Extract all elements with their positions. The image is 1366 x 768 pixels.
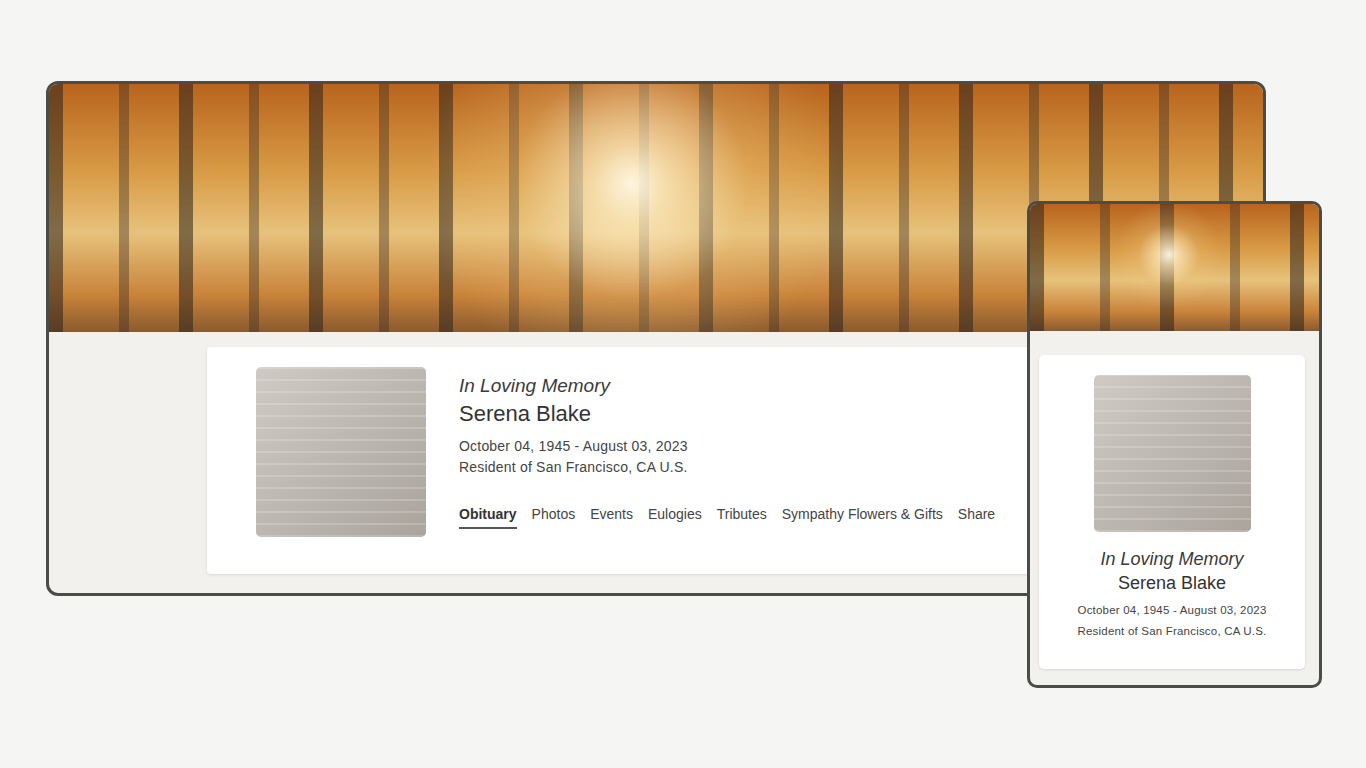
- banner-photo: [1030, 204, 1319, 331]
- section-tab[interactable]: Photos: [532, 504, 576, 529]
- portrait-photo: [256, 367, 426, 537]
- life-dates: October 04, 1945 - August 03, 2023: [1047, 600, 1297, 620]
- section-tab[interactable]: Sympathy Flowers & Gifts: [782, 504, 943, 529]
- section-tab[interactable]: Share: [958, 504, 995, 529]
- memorial-card: In Loving MemorySerena Blake October 04, …: [207, 347, 1167, 574]
- portrait-photo: [1094, 375, 1251, 532]
- person-name: Serena Blake: [1047, 571, 1297, 596]
- section-tabs: Obituary Photos Events Eulogies Tributes Symp…: [459, 504, 995, 529]
- section-tab[interactable]: Events: [590, 504, 633, 529]
- person-name: Serena Blake: [459, 399, 995, 429]
- memorial-heading: In Loving Memory: [1047, 547, 1297, 571]
- section-tab[interactable]: Obituary: [459, 504, 517, 529]
- residence: Resident of San Francisco, CA U.S.: [459, 457, 995, 478]
- mobile-body: In Loving MemorySerena Blake October 04, …: [1030, 331, 1319, 669]
- memorial-heading: In Loving Memory: [459, 374, 995, 399]
- memorial-info: In Loving MemorySerena Blake October 04, …: [426, 367, 995, 529]
- memorial-card: In Loving MemorySerena Blake October 04, …: [1039, 355, 1305, 669]
- mobile-window: In Loving MemorySerena Blake October 04, …: [1027, 201, 1322, 688]
- life-dates: October 04, 1945 - August 03, 2023: [459, 436, 995, 457]
- section-tab[interactable]: Eulogies: [648, 504, 702, 529]
- residence: Resident of San Francisco, CA U.S.: [1047, 621, 1297, 641]
- section-tab[interactable]: Tributes: [717, 504, 767, 529]
- stage: In Loving MemorySerena BlakeOctober 04, …: [0, 0, 1366, 768]
